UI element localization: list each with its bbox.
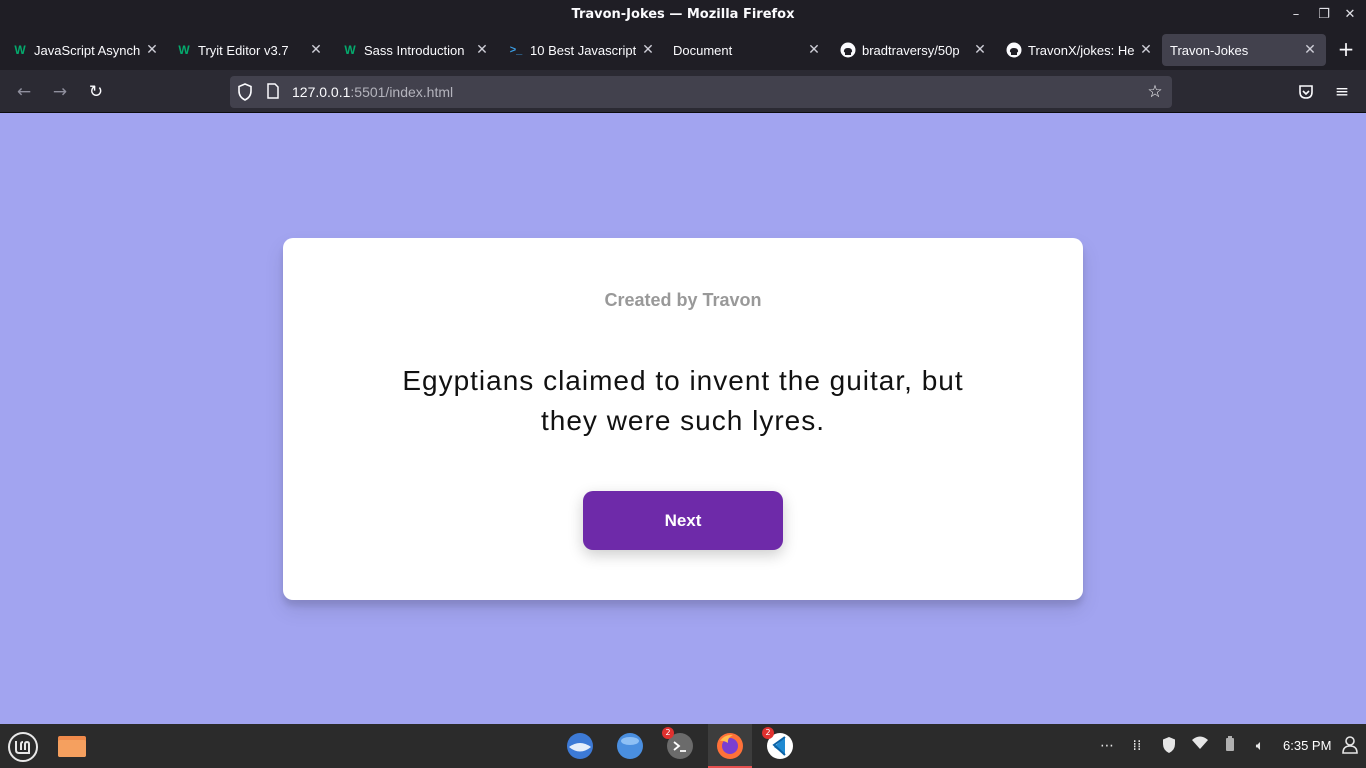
- page-content: Created by Travon Egyptians claimed to i…: [0, 113, 1366, 724]
- w3schools-icon: W: [344, 43, 356, 57]
- forward-button[interactable]: →: [48, 80, 72, 104]
- close-tab-icon[interactable]: ✕: [144, 41, 160, 59]
- user-icon[interactable]: [1340, 736, 1360, 756]
- overflow-dots-icon[interactable]: ⋯: [1097, 736, 1117, 756]
- w3schools-icon: W: [14, 43, 26, 57]
- tab-label: JavaScript Asynch: [34, 43, 140, 58]
- update-shield-icon[interactable]: [1159, 736, 1179, 756]
- thunderbird-icon[interactable]: [565, 731, 595, 761]
- credit-text: Created by Travon: [604, 290, 762, 310]
- tab-label: Sass Introduction: [364, 43, 465, 58]
- clock[interactable]: 6:35 PM: [1283, 738, 1331, 753]
- restore-button[interactable]: ❐: [1314, 5, 1334, 25]
- vscode-badge: 2: [762, 727, 774, 739]
- tab-sass-introduction[interactable]: W Sass Introduction ✕: [332, 34, 494, 66]
- shield-icon[interactable]: [236, 83, 254, 101]
- menu-hamburger-icon[interactable]: ≡: [1330, 80, 1354, 104]
- tab-javascript-async[interactable]: W JavaScript Asynch ✕: [2, 34, 164, 66]
- taskbar: 2 2 ⋯ ⁞⁞ 🔈︎ 6:35 PM: [0, 724, 1366, 768]
- tab-bradtraversy[interactable]: bradtraversy/50p ✕: [830, 34, 992, 66]
- app-grid-icon[interactable]: ⁞⁞: [1127, 736, 1147, 756]
- new-tab-button[interactable]: +: [1334, 38, 1358, 62]
- tab-document[interactable]: Document ✕: [664, 34, 826, 66]
- web-browser-icon[interactable]: [615, 731, 645, 761]
- close-tab-icon[interactable]: ✕: [640, 41, 656, 59]
- navigation-toolbar: ← → ↻ 127.0.0.1:5501/index.html ☆ ≡: [0, 70, 1366, 113]
- battery-icon[interactable]: [1220, 736, 1240, 756]
- github-icon: [1006, 42, 1022, 58]
- close-window-button[interactable]: ✕: [1340, 5, 1360, 25]
- bookmark-star-icon[interactable]: ☆: [1146, 83, 1164, 101]
- tab-label: Tryit Editor v3.7: [198, 43, 289, 58]
- tab-label: Document: [673, 43, 733, 58]
- tab-label: Travon-Jokes: [1170, 43, 1249, 58]
- terminal-badge: 2: [662, 727, 674, 739]
- url-path: :5501/index.html: [350, 84, 454, 100]
- close-tab-icon[interactable]: ✕: [1138, 41, 1154, 59]
- next-button[interactable]: Next: [583, 491, 783, 550]
- tab-travonx-jokes[interactable]: TravonX/jokes: He ✕: [996, 34, 1158, 66]
- window-title: Travon-Jokes — Mozilla Firefox: [571, 7, 795, 22]
- url-host: 127.0.0.1: [292, 84, 351, 100]
- files-folder-icon[interactable]: [57, 731, 87, 761]
- tab-travon-jokes[interactable]: Travon-Jokes ✕: [1162, 34, 1326, 66]
- tab-tryit-editor[interactable]: W Tryit Editor v3.7 ✕: [166, 34, 328, 66]
- volume-icon[interactable]: 🔈︎: [1250, 736, 1270, 756]
- back-button[interactable]: ←: [12, 80, 36, 104]
- close-tab-icon[interactable]: ✕: [474, 41, 490, 59]
- joke-text: Egyptians claimed to invent the guitar, …: [402, 365, 964, 436]
- terminal-prompt-icon: >_: [509, 44, 523, 56]
- minimize-button[interactable]: –: [1286, 5, 1306, 25]
- tab-10-best-javascript[interactable]: >_ 10 Best Javascript ✕: [498, 34, 660, 66]
- wifi-icon[interactable]: [1190, 736, 1210, 756]
- pocket-icon[interactable]: [1294, 80, 1318, 104]
- url-text[interactable]: 127.0.0.1:5501/index.html: [292, 84, 453, 100]
- page-icon: [264, 83, 282, 101]
- w3schools-icon: W: [178, 43, 190, 57]
- tab-label: TravonX/jokes: He: [1028, 43, 1134, 58]
- window-titlebar: Travon-Jokes — Mozilla Firefox – ❐ ✕: [0, 0, 1366, 30]
- github-icon: [840, 42, 856, 58]
- close-tab-icon[interactable]: ✕: [308, 41, 324, 59]
- mint-menu-icon[interactable]: [7, 731, 38, 762]
- close-tab-icon[interactable]: ✕: [806, 41, 822, 59]
- tab-label: bradtraversy/50p: [862, 43, 960, 58]
- joke-card: Created by Travon Egyptians claimed to i…: [283, 238, 1083, 600]
- url-bar[interactable]: 127.0.0.1:5501/index.html ☆: [230, 76, 1172, 108]
- firefox-icon[interactable]: [715, 731, 745, 761]
- reload-button[interactable]: ↻: [84, 80, 108, 104]
- close-tab-icon[interactable]: ✕: [1302, 41, 1318, 59]
- close-tab-icon[interactable]: ✕: [972, 41, 988, 59]
- tab-strip: W JavaScript Asynch ✕ W Tryit Editor v3.…: [0, 30, 1366, 70]
- tab-label: 10 Best Javascript: [530, 43, 636, 58]
